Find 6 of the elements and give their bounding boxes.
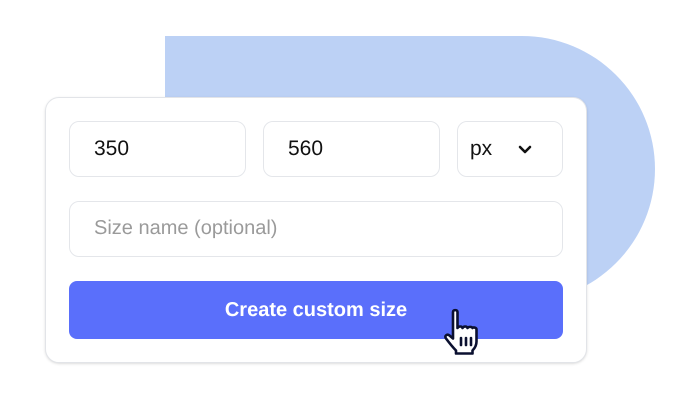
height-field[interactable]: 560 <box>263 121 440 177</box>
chevron-down-icon <box>518 144 532 154</box>
create-button[interactable]: Create custom size <box>69 280 563 339</box>
size-name-field[interactable]: Size name (optional) <box>69 201 563 257</box>
width-field[interactable]: 350 <box>69 121 246 177</box>
unit-dropdown[interactable]: px <box>457 121 563 177</box>
